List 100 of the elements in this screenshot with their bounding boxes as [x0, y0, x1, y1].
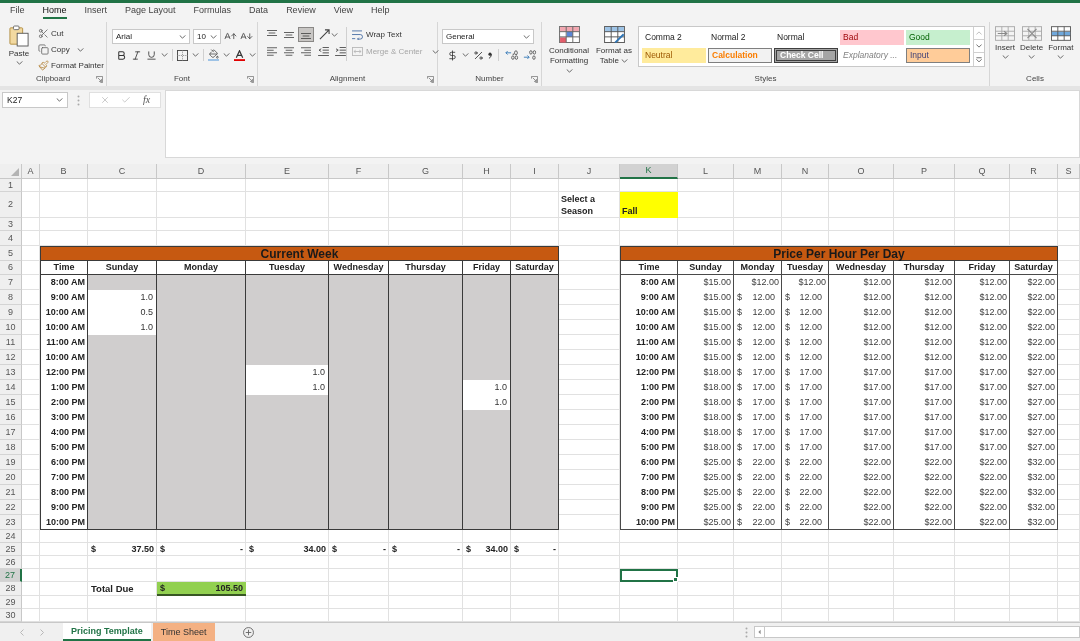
- dialog-launcher-icon[interactable]: [247, 75, 254, 83]
- check-icon[interactable]: [121, 95, 132, 105]
- column-header[interactable]: Q: [955, 164, 1010, 179]
- row-header[interactable]: 20: [0, 470, 22, 485]
- row-header[interactable]: 27: [0, 569, 22, 582]
- formula-input[interactable]: [165, 90, 1080, 158]
- column-header[interactable]: O: [829, 164, 894, 179]
- season-value-cell[interactable]: Fall: [620, 192, 678, 218]
- row-header[interactable]: 11: [0, 335, 22, 350]
- column-header[interactable]: F: [329, 164, 389, 179]
- row-header[interactable]: 5: [0, 246, 22, 261]
- comma-icon[interactable]: [488, 51, 492, 59]
- copy-button[interactable]: Copy: [38, 42, 104, 57]
- row-header[interactable]: 15: [0, 395, 22, 410]
- column-header[interactable]: G: [389, 164, 463, 179]
- caret-icon[interactable]: [331, 32, 338, 37]
- indent-increase-icon[interactable]: [335, 47, 346, 56]
- column-header[interactable]: M: [734, 164, 782, 179]
- sheet-tab[interactable]: Time Sheet: [152, 623, 215, 641]
- row-header[interactable]: 26: [0, 556, 22, 569]
- font-size-dropdown[interactable]: 10: [193, 29, 221, 44]
- row-header[interactable]: 22: [0, 500, 22, 515]
- row-header[interactable]: 19: [0, 455, 22, 470]
- column-header[interactable]: D: [157, 164, 246, 179]
- column-header[interactable]: H: [463, 164, 511, 179]
- add-sheet-icon[interactable]: [242, 626, 254, 638]
- column-header[interactable]: N: [782, 164, 829, 179]
- dialog-launcher-icon[interactable]: [96, 75, 103, 83]
- italic-icon[interactable]: [131, 49, 142, 61]
- row-header[interactable]: 17: [0, 425, 22, 440]
- column-header[interactable]: J: [559, 164, 620, 179]
- column-header[interactable]: L: [678, 164, 734, 179]
- select-all-icon[interactable]: [11, 168, 19, 176]
- cell-style-option[interactable]: Bad: [840, 30, 904, 45]
- font-color-icon[interactable]: [234, 49, 245, 61]
- horizontal-align-button[interactable]: [298, 44, 314, 59]
- horizontal-align-button[interactable]: [281, 44, 297, 59]
- cell-style-option[interactable]: Good: [906, 30, 970, 45]
- column-header[interactable]: C: [88, 164, 157, 179]
- wrap-text-button[interactable]: Wrap Text: [352, 27, 440, 42]
- scroll-right-icon[interactable]: [39, 628, 44, 636]
- menu-tab[interactable]: File: [1, 4, 34, 21]
- row-header[interactable]: 9: [0, 305, 22, 320]
- horizontal-align-button[interactable]: [264, 44, 280, 59]
- cells-button[interactable]: Insert: [994, 26, 1016, 59]
- conditional-formatting-button[interactable]: Conditional Formatting: [546, 26, 592, 76]
- insert-function-button[interactable]: fx: [143, 95, 151, 105]
- menu-tab[interactable]: Insert: [75, 4, 117, 21]
- menu-tab[interactable]: Home: [33, 4, 76, 21]
- caret-icon[interactable]: [462, 53, 469, 57]
- row-header[interactable]: 28: [0, 582, 22, 596]
- row-header[interactable]: 29: [0, 596, 22, 609]
- diagonal-arrow-icon[interactable]: [319, 29, 330, 40]
- row-header[interactable]: 3: [0, 218, 22, 231]
- cells-button[interactable]: Delete: [1019, 26, 1045, 59]
- decimal-decrease-icon[interactable]: [523, 50, 537, 60]
- scroll-left-icon[interactable]: [758, 629, 761, 635]
- row-header[interactable]: 13: [0, 365, 22, 380]
- paint-bucket-icon[interactable]: [208, 49, 219, 59]
- column-header[interactable]: P: [894, 164, 955, 179]
- row-header[interactable]: 10: [0, 320, 22, 335]
- format-as-table-button[interactable]: Format as Table: [594, 26, 634, 66]
- cell-style-option[interactable]: Input: [906, 48, 970, 63]
- format-painter-button[interactable]: Format Painter: [38, 58, 104, 73]
- paste-button[interactable]: Paste: [5, 25, 33, 65]
- column-header[interactable]: E: [246, 164, 329, 179]
- column-header[interactable]: R: [1010, 164, 1058, 179]
- decimal-increase-icon[interactable]: [505, 50, 519, 60]
- cell-style-option[interactable]: Neutral: [642, 48, 706, 63]
- row-header[interactable]: 18: [0, 440, 22, 455]
- column-header[interactable]: I: [511, 164, 559, 179]
- fill-handle[interactable]: [673, 577, 678, 582]
- row-header[interactable]: 6: [0, 261, 22, 275]
- caret-icon[interactable]: [192, 53, 199, 57]
- bold-icon[interactable]: [116, 49, 127, 61]
- row-header[interactable]: 8: [0, 290, 22, 305]
- column-header[interactable]: A: [22, 164, 40, 179]
- vertical-align-button[interactable]: [298, 27, 314, 42]
- row-header[interactable]: 7: [0, 275, 22, 290]
- caret-icon[interactable]: [223, 53, 230, 57]
- row-header[interactable]: 25: [0, 543, 22, 556]
- menu-tab[interactable]: Help: [362, 4, 399, 21]
- name-box[interactable]: K27: [2, 92, 68, 108]
- menu-tab[interactable]: Data: [240, 4, 278, 21]
- sheet-tab[interactable]: Pricing Template: [63, 623, 151, 641]
- row-header[interactable]: 30: [0, 609, 22, 622]
- dollar-icon[interactable]: [447, 49, 458, 61]
- menu-tab[interactable]: View: [324, 4, 362, 21]
- menu-tab[interactable]: Page Layout: [116, 4, 185, 21]
- number-format-dropdown[interactable]: General: [442, 29, 534, 44]
- borders-icon[interactable]: [177, 49, 188, 61]
- indent-decrease-icon[interactable]: [318, 47, 329, 56]
- column-header[interactable]: S: [1058, 164, 1080, 179]
- caret-icon[interactable]: [161, 53, 168, 57]
- menu-tab[interactable]: Review: [277, 4, 325, 21]
- row-header[interactable]: 16: [0, 410, 22, 425]
- column-header[interactable]: B: [40, 164, 88, 179]
- menu-tab[interactable]: Formulas: [184, 4, 241, 21]
- dialog-launcher-icon[interactable]: [531, 75, 538, 83]
- dialog-launcher-icon[interactable]: [427, 75, 434, 83]
